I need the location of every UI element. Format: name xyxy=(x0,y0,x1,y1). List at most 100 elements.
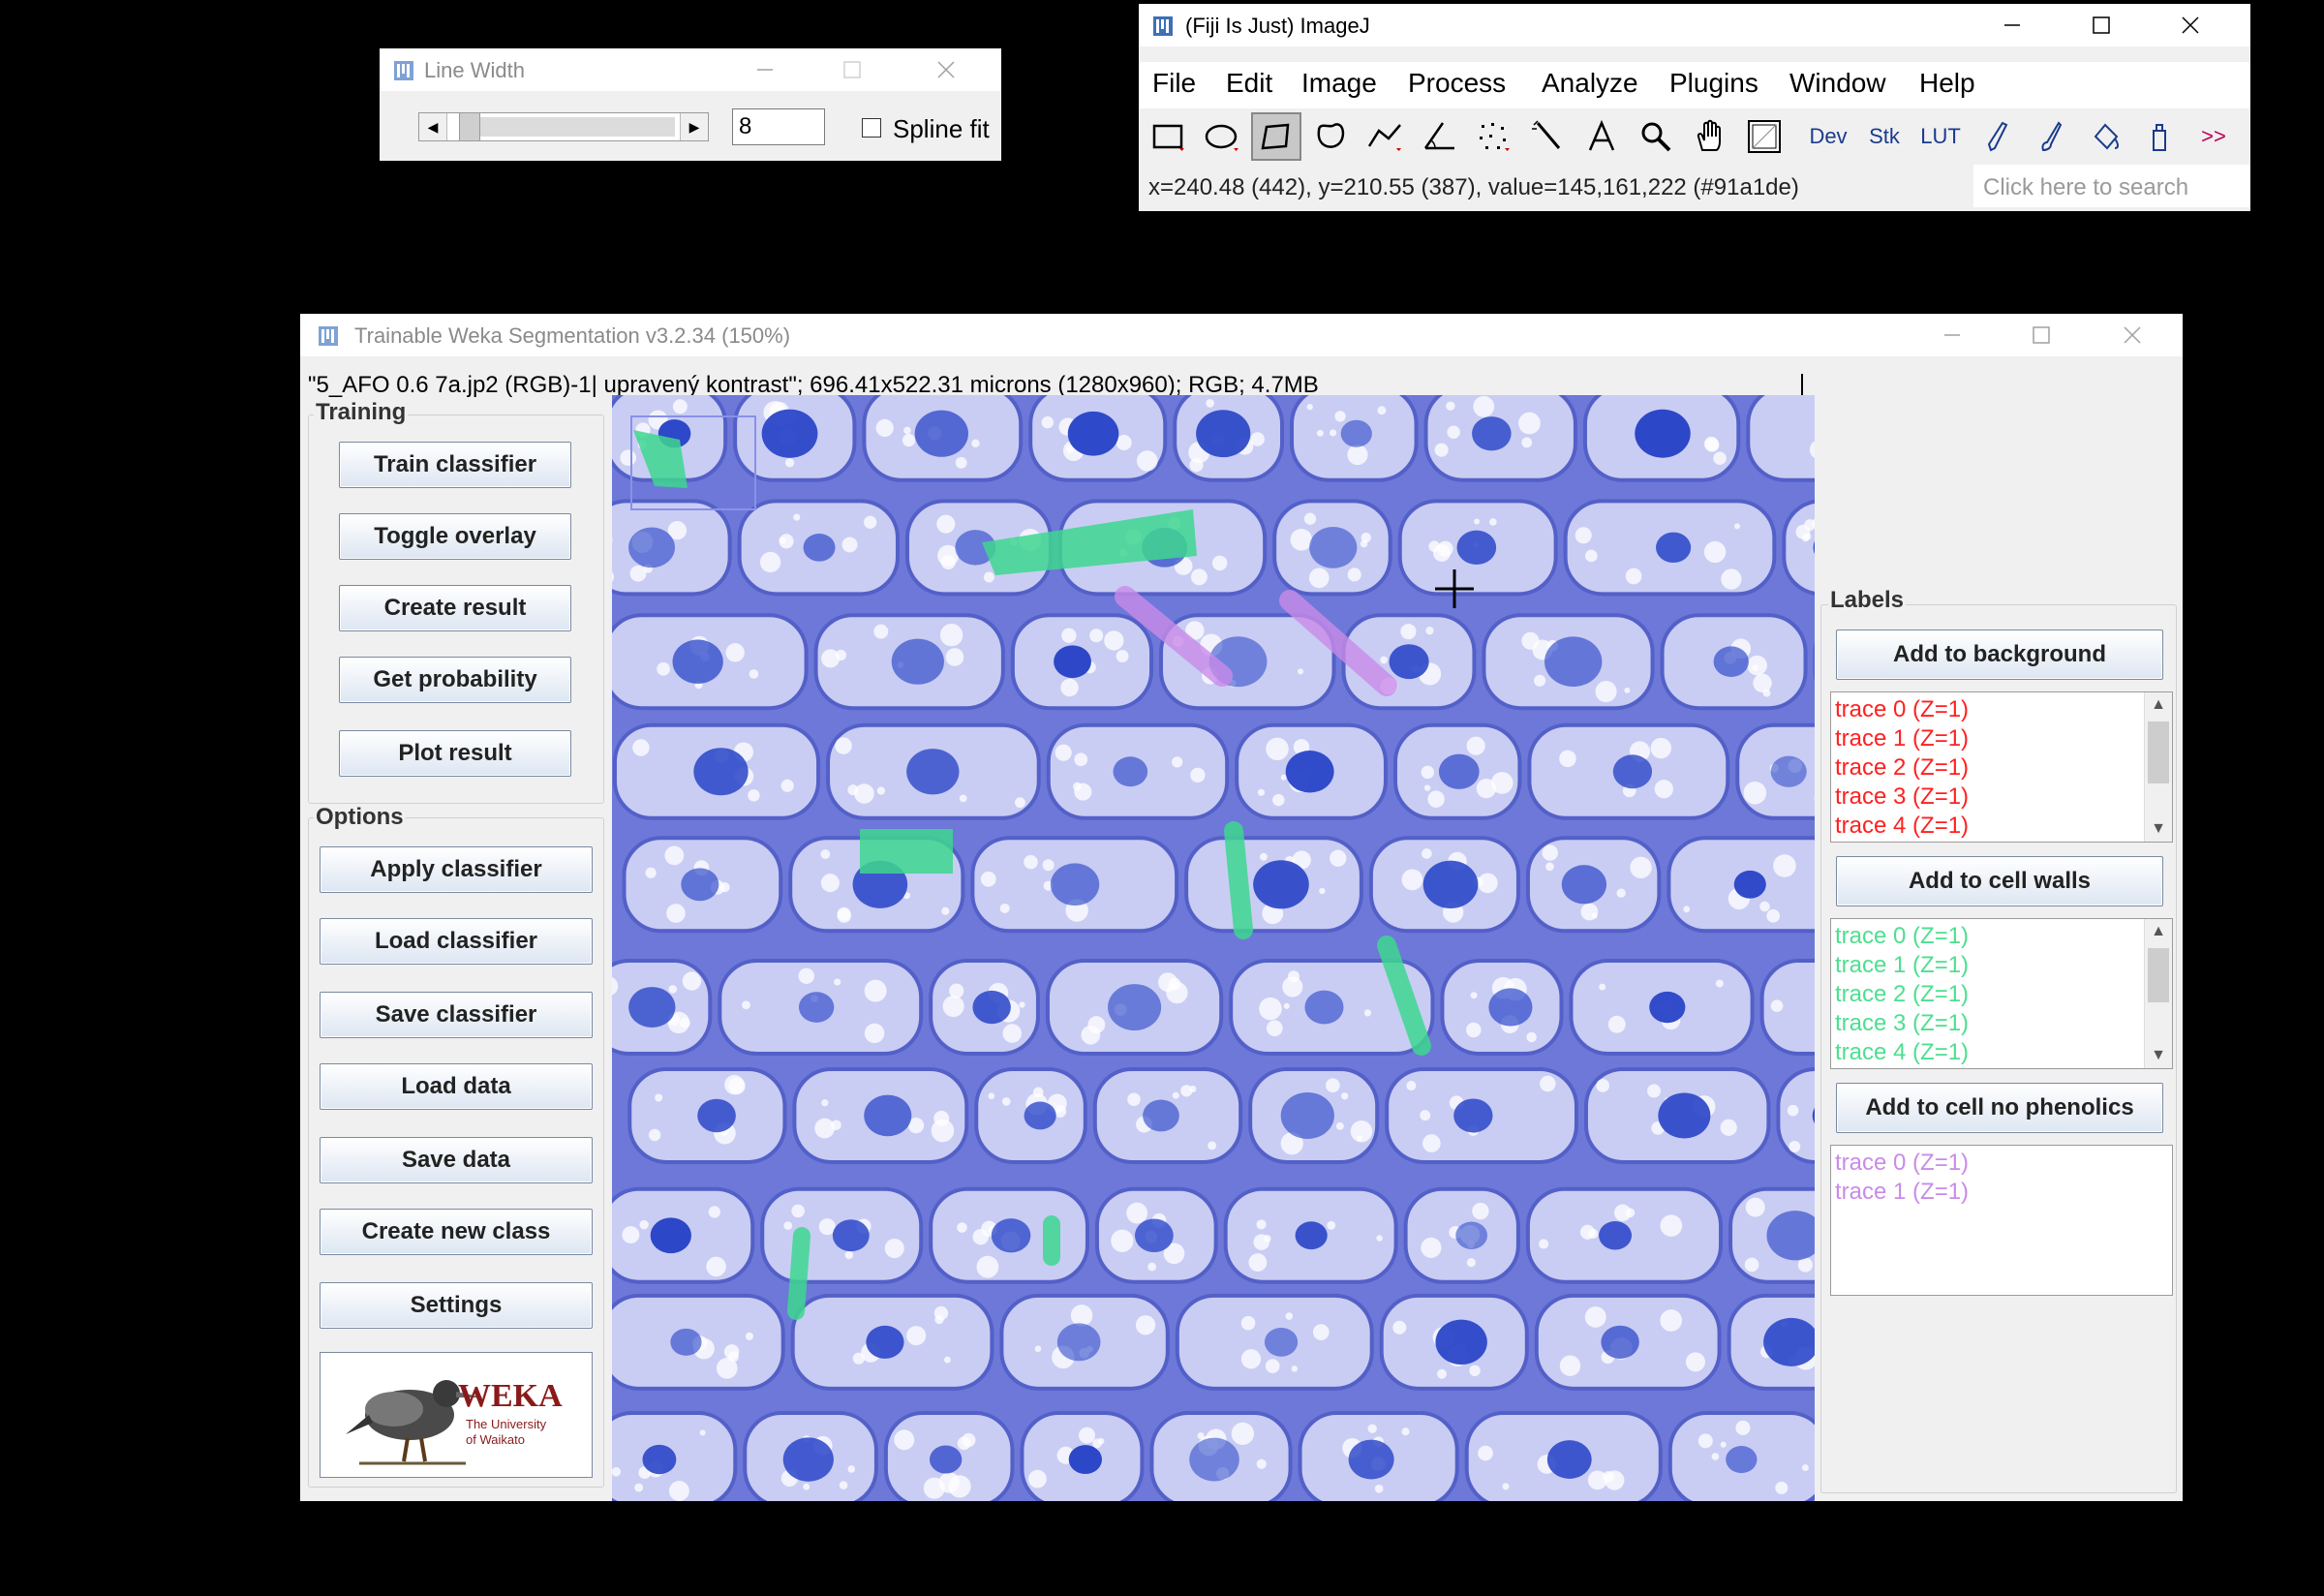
scroll-thumb[interactable] xyxy=(2148,948,2169,1002)
hand-tool[interactable] xyxy=(1685,112,1735,161)
save-classifier-button[interactable]: Save classifier xyxy=(320,992,593,1038)
line-width-titlebar[interactable]: Line Width xyxy=(380,48,1001,91)
vacuole xyxy=(1630,856,1652,878)
slider-thumb[interactable] xyxy=(458,113,480,140)
slider-left-arrow[interactable]: ◀ xyxy=(419,113,447,140)
load-data-button[interactable]: Load data xyxy=(320,1063,593,1110)
list-item[interactable]: trace 4 (Z=1) xyxy=(1835,813,1969,840)
developer-menu-tool[interactable]: Dev xyxy=(1803,112,1853,161)
polygon-tool[interactable] xyxy=(1251,112,1301,161)
spline-fit-checkbox[interactable] xyxy=(862,118,881,138)
background-trace-list[interactable]: trace 0 (Z=1) trace 1 (Z=1) trace 2 (Z=1… xyxy=(1830,691,2173,843)
close-button[interactable] xyxy=(2088,314,2177,356)
add-to-background-button[interactable]: Add to background xyxy=(1836,629,2163,680)
slider-track[interactable] xyxy=(472,117,675,137)
line-tool[interactable] xyxy=(1360,112,1410,161)
oval-tool[interactable] xyxy=(1197,112,1247,161)
list-item[interactable]: trace 4 (Z=1) xyxy=(1835,1039,1969,1066)
menu-help[interactable]: Help xyxy=(1919,68,1975,99)
list-item[interactable]: trace 3 (Z=1) xyxy=(1835,783,1969,811)
scrollbar[interactable]: ▲ ▼ xyxy=(2144,692,2172,842)
list-item[interactable]: trace 0 (Z=1) xyxy=(1835,696,1969,723)
minimize-button[interactable] xyxy=(1968,4,2057,46)
vacuole xyxy=(672,399,688,414)
list-item[interactable]: trace 0 (Z=1) xyxy=(1835,923,1969,950)
add-to-cell-no-phenolics-button[interactable]: Add to cell no phenolics xyxy=(1836,1083,2163,1133)
slider-right-arrow[interactable]: ▶ xyxy=(680,113,708,140)
angle-tool[interactable] xyxy=(1414,112,1464,161)
list-item[interactable]: trace 0 (Z=1) xyxy=(1835,1150,1969,1177)
list-item[interactable]: trace 2 (Z=1) xyxy=(1835,981,1969,1008)
cell-no-phenolics-trace-list[interactable]: trace 0 (Z=1) trace 1 (Z=1) xyxy=(1830,1145,2173,1296)
menu-image[interactable]: Image xyxy=(1301,68,1377,99)
maximize-button[interactable] xyxy=(1997,314,2086,356)
list-item[interactable]: trace 1 (Z=1) xyxy=(1835,725,1969,752)
more-tools-button[interactable]: >> xyxy=(2188,112,2239,161)
microscopy-image[interactable] xyxy=(612,395,1815,1501)
line-width-slider[interactable]: ◀ ▶ xyxy=(418,112,709,141)
list-item[interactable]: trace 2 (Z=1) xyxy=(1835,754,1969,782)
add-to-cell-walls-button[interactable]: Add to cell walls xyxy=(1836,856,2163,906)
save-data-button[interactable]: Save data xyxy=(320,1137,593,1183)
text-tool[interactable] xyxy=(1576,112,1627,161)
maximize-button[interactable] xyxy=(2057,4,2146,46)
vacuole xyxy=(1584,549,1598,563)
search-field[interactable]: Click here to search xyxy=(1973,165,2250,207)
cell-walls-trace-list[interactable]: trace 0 (Z=1) trace 1 (Z=1) trace 2 (Z=1… xyxy=(1830,918,2173,1069)
zoom-tool[interactable] xyxy=(1631,112,1681,161)
load-classifier-button[interactable]: Load classifier xyxy=(320,918,593,965)
weka-logo-button[interactable]: WEKA The University of Waikato xyxy=(320,1352,593,1478)
list-item[interactable]: trace 1 (Z=1) xyxy=(1835,1179,1969,1206)
line-width-input[interactable]: 8 xyxy=(732,108,825,145)
scroll-thumb[interactable] xyxy=(2148,721,2169,783)
scroll-down-icon[interactable]: ▼ xyxy=(2145,816,2172,842)
rectangle-tool[interactable] xyxy=(1143,112,1193,161)
weka-titlebar[interactable]: Trainable Weka Segmentation v3.2.34 (150… xyxy=(300,314,2183,356)
imagej-titlebar[interactable]: (Fiji Is Just) ImageJ xyxy=(1139,4,2250,46)
flood-fill-tool[interactable] xyxy=(2080,112,2130,161)
imagej-main-window: (Fiji Is Just) ImageJ File Edit Image Pr… xyxy=(1139,4,2250,211)
create-new-class-button[interactable]: Create new class xyxy=(320,1209,593,1255)
menu-file[interactable]: File xyxy=(1152,68,1196,99)
lut-menu-tool[interactable]: LUT xyxy=(1915,112,1966,161)
get-probability-button[interactable]: Get probability xyxy=(339,657,571,703)
vacuole xyxy=(864,979,887,1002)
vacuole xyxy=(1280,774,1287,781)
scroll-down-icon[interactable]: ▼ xyxy=(2145,1043,2172,1068)
vacuole xyxy=(1685,1352,1705,1372)
wand-tool[interactable] xyxy=(1522,112,1573,161)
close-button[interactable] xyxy=(2146,4,2235,46)
nucleus xyxy=(1713,646,1749,677)
list-item[interactable]: trace 1 (Z=1) xyxy=(1835,952,1969,979)
info-divider xyxy=(1801,374,1803,397)
scrollbar[interactable]: ▲ ▼ xyxy=(2144,919,2172,1068)
menu-edit[interactable]: Edit xyxy=(1226,68,1272,99)
apply-classifier-button[interactable]: Apply classifier xyxy=(320,846,593,893)
multipoint-tool[interactable] xyxy=(1468,112,1518,161)
pencil-tool[interactable] xyxy=(1972,112,2022,161)
minimize-button[interactable] xyxy=(724,48,806,91)
plot-result-button[interactable]: Plot result xyxy=(339,730,571,777)
settings-button[interactable]: Settings xyxy=(320,1282,593,1329)
minimize-button[interactable] xyxy=(1908,314,1997,356)
scroll-up-icon[interactable]: ▲ xyxy=(2145,919,2172,944)
segmentation-image[interactable] xyxy=(612,395,1815,1501)
menu-analyze[interactable]: Analyze xyxy=(1542,68,1638,99)
train-classifier-button[interactable]: Train classifier xyxy=(339,442,571,488)
brush-tool[interactable] xyxy=(2026,112,2076,161)
spray-tool[interactable] xyxy=(2134,112,2185,161)
menu-process[interactable]: Process xyxy=(1408,68,1506,99)
stack-menu-tool[interactable]: Stk xyxy=(1859,112,1910,161)
freehand-tool[interactable] xyxy=(1305,112,1356,161)
toggle-overlay-button[interactable]: Toggle overlay xyxy=(339,513,571,560)
color-picker-tool[interactable] xyxy=(1739,112,1789,161)
menu-plugins[interactable]: Plugins xyxy=(1669,68,1758,99)
vacuole xyxy=(1474,518,1481,525)
scroll-up-icon[interactable]: ▲ xyxy=(2145,692,2172,718)
list-item[interactable]: trace 3 (Z=1) xyxy=(1835,1010,1969,1037)
vacuole xyxy=(814,1118,835,1139)
menu-window[interactable]: Window xyxy=(1789,68,1886,99)
create-result-button[interactable]: Create result xyxy=(339,585,571,631)
nucleus xyxy=(1599,1220,1633,1250)
close-button[interactable] xyxy=(902,48,990,91)
